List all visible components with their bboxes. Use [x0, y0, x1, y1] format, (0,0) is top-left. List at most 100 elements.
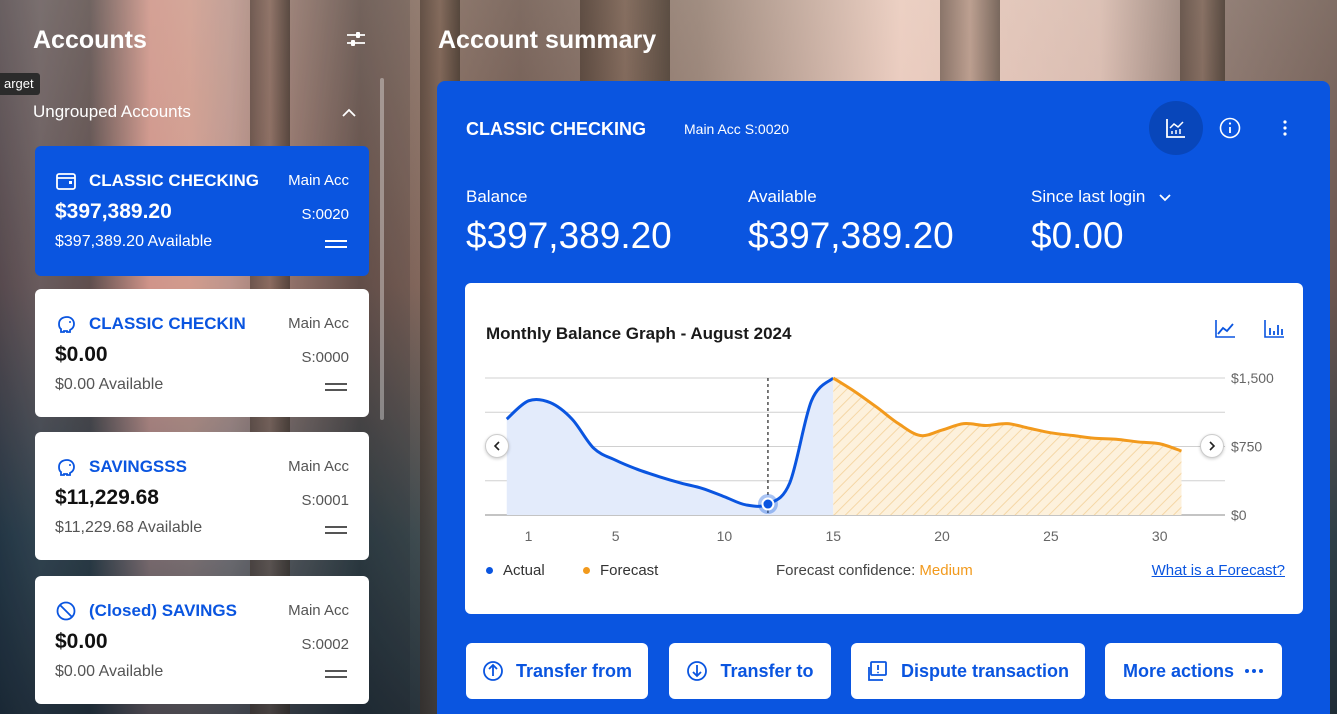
dispute-icon	[868, 661, 887, 681]
drag-handle-icon[interactable]	[325, 382, 347, 392]
transfer-to-button[interactable]: Transfer to	[669, 643, 831, 699]
piggy-bank-icon	[58, 316, 75, 333]
account-code: S:0000	[301, 349, 349, 366]
next-month-button[interactable]	[1200, 434, 1224, 458]
account-card-classic-checking[interactable]: CLASSIC CHECKING Main Acc $397,389.20 S:…	[35, 146, 369, 276]
account-summary-panel: CLASSIC CHECKING Main Acc S:0020 Balance…	[437, 81, 1330, 714]
chevron-right-icon	[1209, 441, 1216, 451]
account-card-savingsss[interactable]: SAVINGSSS Main Acc $11,229.68 S:0001 $11…	[35, 432, 369, 560]
account-name: SAVINGSSS	[89, 457, 187, 476]
scrollbar[interactable]	[380, 78, 384, 420]
drag-handle-icon[interactable]	[325, 525, 347, 535]
chevron-up-icon[interactable]	[340, 104, 358, 122]
tooltip: arget	[0, 73, 40, 95]
x-tick-label: 5	[612, 528, 620, 544]
previous-month-button[interactable]	[485, 434, 509, 458]
account-name: CLASSIC CHECKIN	[89, 314, 246, 333]
chart-view-button[interactable]	[1149, 101, 1203, 155]
account-code: S:0002	[301, 636, 349, 653]
account-available: $397,389.20 Available	[55, 233, 213, 250]
accounts-title: Accounts	[33, 26, 147, 54]
account-type: Main Acc	[288, 172, 349, 189]
account-name: CLASSIC CHECKING	[89, 171, 260, 190]
balance-label: Balance	[466, 187, 528, 206]
piggy-bank-icon	[58, 459, 75, 476]
balance-value: $397,389.20	[466, 215, 672, 256]
account-card-closed-savings[interactable]: (Closed) SAVINGS Main Acc $0.00 S:0002 $…	[35, 576, 369, 704]
legend-forecast: Forecast	[583, 562, 658, 579]
y-tick-label: $0	[1231, 507, 1247, 523]
download-icon	[687, 661, 708, 681]
forecast-confidence-label: Forecast confidence:	[776, 562, 920, 579]
legend-actual: Actual	[486, 562, 545, 579]
forecast-area	[833, 378, 1182, 515]
summary-account-name: CLASSIC CHECKING	[466, 119, 647, 139]
y-tick-label: $1,500	[1231, 370, 1274, 386]
account-balance: $0.00	[55, 343, 108, 366]
account-available: $0.00 Available	[55, 376, 164, 393]
graph-title: Monthly Balance Graph - August 2024	[486, 324, 792, 343]
monthly-balance-graph-card: Monthly Balance Graph - August 2024 1 5 10…	[465, 283, 1303, 614]
x-tick-label: 25	[1043, 528, 1059, 544]
ellipsis-icon	[1245, 669, 1264, 673]
account-type: Main Acc	[288, 315, 349, 332]
bar-chart-icon[interactable]	[1262, 317, 1286, 341]
legend-dot-actual	[486, 567, 493, 574]
kebab-menu-icon	[1283, 120, 1287, 136]
transfer-to-label: Transfer to	[720, 660, 814, 681]
forecast-confidence-value: Medium	[919, 562, 973, 579]
chevron-down-icon	[1159, 193, 1171, 201]
chart-icon	[1166, 119, 1185, 138]
dispute-transaction-button[interactable]: Dispute transaction	[851, 643, 1085, 699]
legend-forecast-label: Forecast	[600, 562, 659, 579]
balance-stat: Balance $397,389.20	[466, 187, 672, 257]
x-tick-label: 30	[1152, 528, 1168, 544]
account-summary-title: Account summary	[438, 26, 657, 54]
account-code: S:0001	[301, 492, 349, 509]
since-last-login-value: $0.00	[1031, 215, 1124, 256]
filter-settings-icon[interactable]	[344, 28, 368, 52]
info-button[interactable]	[1203, 101, 1257, 155]
balance-chart[interactable]: 1 5 10 15 20 25 30$0$750$1,500	[465, 363, 1303, 553]
chevron-left-icon	[493, 441, 500, 451]
group-label: Ungrouped Accounts	[33, 102, 191, 121]
more-options-button[interactable]	[1258, 101, 1312, 155]
more-actions-button[interactable]: More actions	[1105, 643, 1282, 699]
account-card-classic-checkin[interactable]: CLASSIC CHECKIN Main Acc $0.00 S:0000 $0…	[35, 289, 369, 417]
account-available: $0.00 Available	[55, 663, 164, 680]
drag-handle-icon[interactable]	[325, 239, 347, 249]
line-chart-icon[interactable]	[1213, 317, 1237, 341]
account-balance: $397,389.20	[55, 200, 172, 223]
upload-icon	[483, 661, 503, 681]
closed-icon	[56, 601, 76, 621]
account-available: $11,229.68 Available	[55, 519, 203, 536]
dispute-transaction-label: Dispute transaction	[900, 660, 1070, 681]
y-tick-label: $750	[1231, 439, 1262, 455]
transfer-from-button[interactable]: Transfer from	[466, 643, 648, 699]
info-icon	[1219, 117, 1241, 139]
account-type: Main Acc	[288, 458, 349, 475]
since-last-login-dropdown[interactable]: Since last login	[1031, 187, 1172, 207]
wallet-icon	[56, 173, 76, 190]
group-header-ungrouped[interactable]: Ungrouped Accounts	[33, 102, 368, 122]
available-label: Available	[748, 187, 817, 206]
summary-account-meta: Main Acc S:0020	[684, 121, 790, 137]
account-name: (Closed) SAVINGS	[89, 601, 237, 620]
account-balance: $0.00	[55, 630, 108, 653]
x-tick-label: 1	[525, 528, 533, 544]
selected-point	[761, 497, 775, 511]
legend-dot-forecast	[583, 567, 590, 574]
since-last-login-stat: Since last login $0.00	[1031, 187, 1172, 257]
available-value: $397,389.20	[748, 215, 954, 256]
x-tick-label: 15	[825, 528, 841, 544]
x-tick-label: 10	[717, 528, 733, 544]
account-code: S:0020	[301, 206, 349, 223]
since-last-login-label: Since last login	[1031, 187, 1146, 206]
what-is-forecast-link[interactable]: What is a Forecast?	[1152, 562, 1285, 579]
legend-actual-label: Actual	[503, 562, 545, 579]
drag-handle-icon[interactable]	[325, 669, 347, 679]
account-type: Main Acc	[288, 602, 349, 619]
account-balance: $11,229.68	[55, 486, 159, 509]
transfer-from-label: Transfer from	[515, 660, 633, 681]
available-stat: Available $397,389.20	[748, 187, 954, 257]
